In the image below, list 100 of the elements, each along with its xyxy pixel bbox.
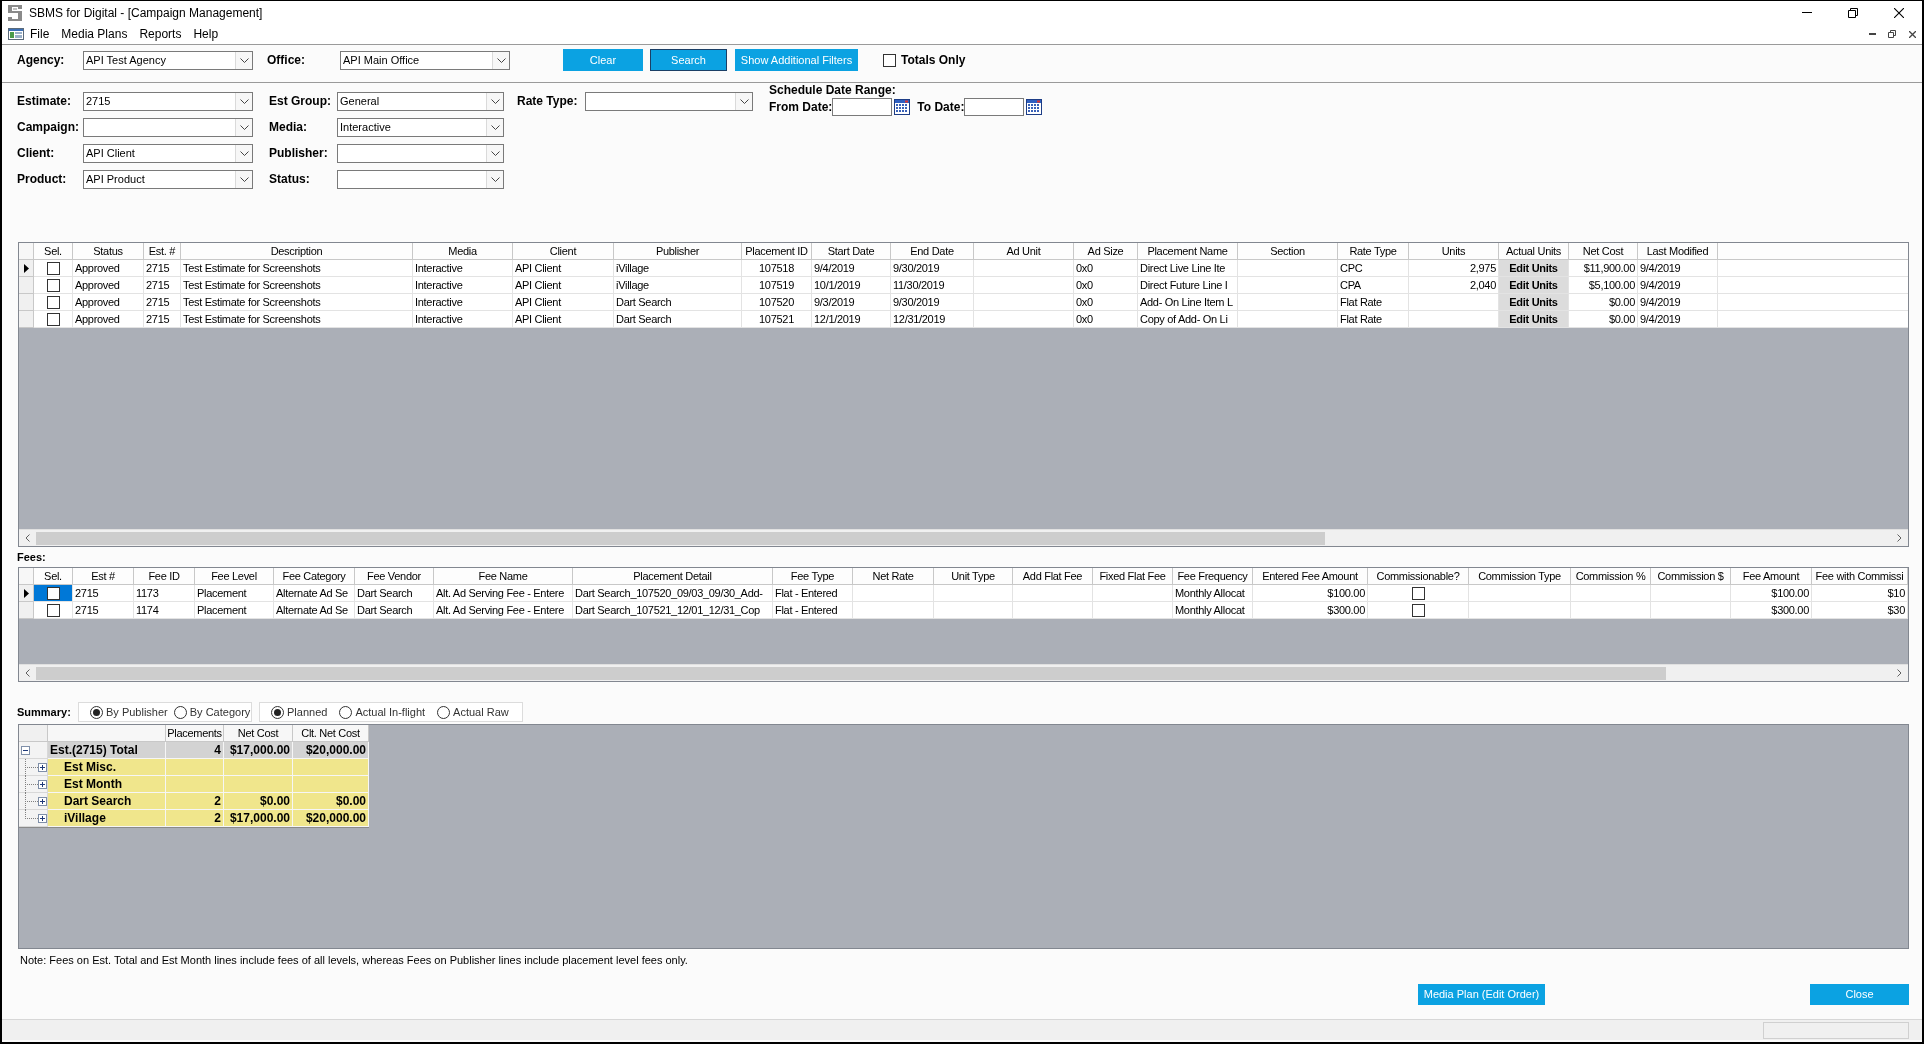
date-input-field[interactable] — [964, 98, 1025, 116]
restore-icon[interactable] — [1848, 7, 1858, 18]
checkbox[interactable] — [46, 603, 60, 617]
column-header[interactable]: Placements — [166, 725, 224, 742]
table-cell: $17,000.00 — [224, 742, 293, 759]
tree-item[interactable]: Est Misc. — [48, 759, 166, 776]
horizontal-scrollbar[interactable] — [19, 529, 1908, 546]
field-label: Estimate: — [17, 93, 73, 110]
tree-item[interactable]: Dart Search — [48, 793, 166, 810]
dropdown-field[interactable]: API Test Agency — [83, 50, 253, 70]
checkbox[interactable] — [46, 278, 60, 292]
radio-button[interactable] — [271, 705, 284, 719]
dropdown-field[interactable]: 2715 — [83, 91, 253, 111]
calendar-icon[interactable] — [894, 99, 911, 115]
note-text: Note: Fees on Est. Total and Est Month lines include fees of all levels, whereas Fees on Publisher lines include placement level fees only. — [20, 952, 688, 968]
row-header[interactable] — [19, 260, 34, 277]
caret-icon[interactable] — [490, 124, 500, 130]
tree-item[interactable]: iVillage — [48, 810, 166, 827]
close-icon[interactable] — [1894, 7, 1904, 18]
window-title: SBMS for Digital - [Campaign Management] — [29, 4, 263, 22]
minimize-icon[interactable] — [1868, 33, 1876, 35]
checkbox[interactable] — [46, 261, 60, 275]
caret-icon[interactable] — [239, 124, 249, 130]
checkbox[interactable] — [1411, 586, 1425, 600]
field-label: Rate Type: — [517, 93, 579, 110]
radio-button[interactable] — [90, 705, 103, 719]
section-label: Summary: — [17, 704, 72, 720]
dropdown-field[interactable]: API Client — [83, 143, 253, 163]
dropdown-field[interactable] — [337, 169, 504, 189]
expand-icon[interactable] — [38, 796, 47, 806]
horizontal-scrollbar[interactable] — [19, 664, 1908, 681]
collapse-icon[interactable] — [21, 745, 30, 755]
table-cell — [224, 759, 293, 776]
scroll-right-icon[interactable] — [1897, 669, 1902, 677]
scroll-left-icon[interactable] — [25, 669, 30, 677]
caret-icon[interactable] — [490, 176, 500, 182]
table-cell[interactable] — [34, 260, 73, 277]
column-header[interactable]: Clt. Net Cost — [293, 725, 369, 742]
dropdown-field[interactable] — [585, 91, 753, 111]
date-input-field[interactable] — [832, 98, 893, 116]
dropdown-field[interactable] — [83, 117, 253, 137]
radio-label[interactable]: By Publisher — [106, 703, 168, 721]
edit-units-button[interactable]: Edit Units — [1499, 260, 1569, 277]
dropdown-field[interactable]: General — [337, 91, 504, 111]
edit-units-button[interactable]: Edit Units — [1499, 294, 1569, 311]
radio-button[interactable] — [339, 705, 353, 719]
radio-button[interactable] — [437, 705, 451, 719]
dropdown-field[interactable]: API Product — [83, 169, 253, 189]
table-cell: Alternate Ad Se — [274, 602, 355, 619]
scrollbar-thumb[interactable] — [36, 531, 1325, 545]
table-cell[interactable] — [34, 294, 73, 311]
close-icon[interactable] — [1908, 30, 1916, 38]
checkbox[interactable] — [46, 312, 60, 326]
caret-icon[interactable] — [239, 176, 249, 182]
menu-item[interactable]: Help — [187, 25, 225, 43]
caret-icon[interactable] — [239, 57, 249, 63]
dropdown-field[interactable]: API Main Office — [340, 50, 510, 70]
row-header[interactable] — [19, 585, 34, 602]
window-icon[interactable] — [8, 28, 24, 40]
restore-icon[interactable] — [1888, 30, 1896, 38]
checkbox[interactable] — [883, 53, 896, 67]
table-cell[interactable] — [34, 277, 73, 294]
expand-icon[interactable] — [38, 779, 47, 789]
table-cell: 12/1/2019 — [812, 311, 891, 328]
checkbox[interactable] — [1411, 603, 1425, 617]
radio-label[interactable]: Actual Raw — [453, 703, 509, 721]
scroll-left-icon[interactable] — [25, 534, 30, 542]
caret-icon[interactable] — [739, 98, 749, 104]
dropdown-field[interactable]: Interactive — [337, 117, 504, 137]
edit-units-button[interactable]: Edit Units — [1499, 277, 1569, 294]
caret-icon[interactable] — [239, 150, 249, 156]
row-pointer-icon — [23, 588, 29, 598]
table-cell: 9/4/2019 — [1638, 311, 1718, 328]
scrollbar-thumb[interactable] — [36, 666, 1666, 680]
caret-icon[interactable] — [496, 57, 506, 63]
scroll-right-icon[interactable] — [1897, 534, 1902, 542]
menu-item[interactable]: File — [24, 25, 56, 43]
menu-item[interactable]: Reports — [133, 25, 188, 43]
table-cell[interactable] — [34, 585, 73, 602]
table-cell: Approved — [73, 311, 144, 328]
tree-item[interactable]: Est Month — [48, 776, 166, 793]
table-cell[interactable] — [34, 602, 73, 619]
expand-icon[interactable] — [38, 813, 47, 823]
column-header[interactable]: Net Cost — [224, 725, 293, 742]
expand-icon[interactable] — [38, 762, 47, 772]
caret-icon[interactable] — [490, 98, 500, 104]
calendar-icon[interactable] — [1026, 99, 1043, 115]
radio-button[interactable] — [173, 705, 187, 719]
radio-label[interactable]: Actual In-flight — [355, 703, 426, 721]
radio-label[interactable]: Planned — [287, 703, 328, 721]
table-cell[interactable] — [34, 311, 73, 328]
checkbox-label: Totals Only — [901, 52, 966, 69]
caret-icon[interactable] — [239, 98, 249, 104]
caret-icon[interactable] — [490, 150, 500, 156]
edit-units-button[interactable]: Edit Units — [1499, 311, 1569, 328]
menu-item[interactable]: Media Plans — [55, 25, 134, 43]
checkbox[interactable] — [46, 295, 60, 309]
checkbox[interactable] — [46, 586, 60, 600]
radio-label[interactable]: By Category — [189, 703, 251, 721]
dropdown-field[interactable] — [337, 143, 504, 163]
